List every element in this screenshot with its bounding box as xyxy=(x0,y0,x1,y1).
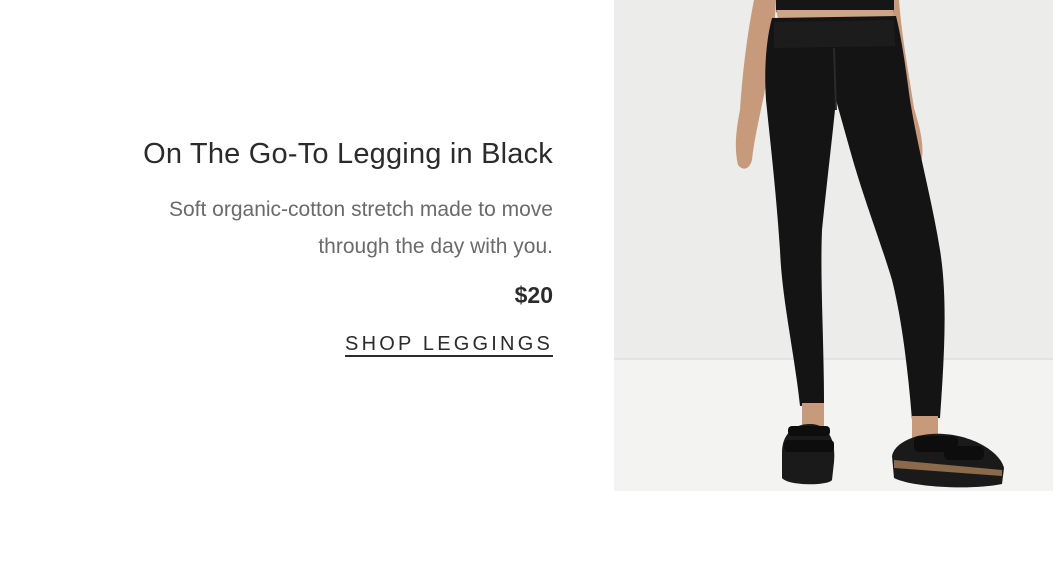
product-description-line-1: Soft organic-cotton stretch made to move xyxy=(168,198,553,221)
promo-text-block: On The Go-To Legging in Black Soft organ… xyxy=(33,136,553,356)
product-description-line-2: through the day with you. xyxy=(318,235,553,258)
product-price: $20 xyxy=(514,282,553,308)
product-description: Soft organic-cotton stretch made to move… xyxy=(33,191,553,265)
model-illustration xyxy=(614,0,1053,491)
product-promo: On The Go-To Legging in Black Soft organ… xyxy=(0,0,1053,567)
product-photo[interactable] xyxy=(614,0,1053,491)
product-title: On The Go-To Legging in Black xyxy=(143,138,553,170)
shop-leggings-link[interactable]: SHOP LEGGINGS xyxy=(345,332,553,356)
cta-wrap: SHOP LEGGINGS xyxy=(33,317,553,356)
